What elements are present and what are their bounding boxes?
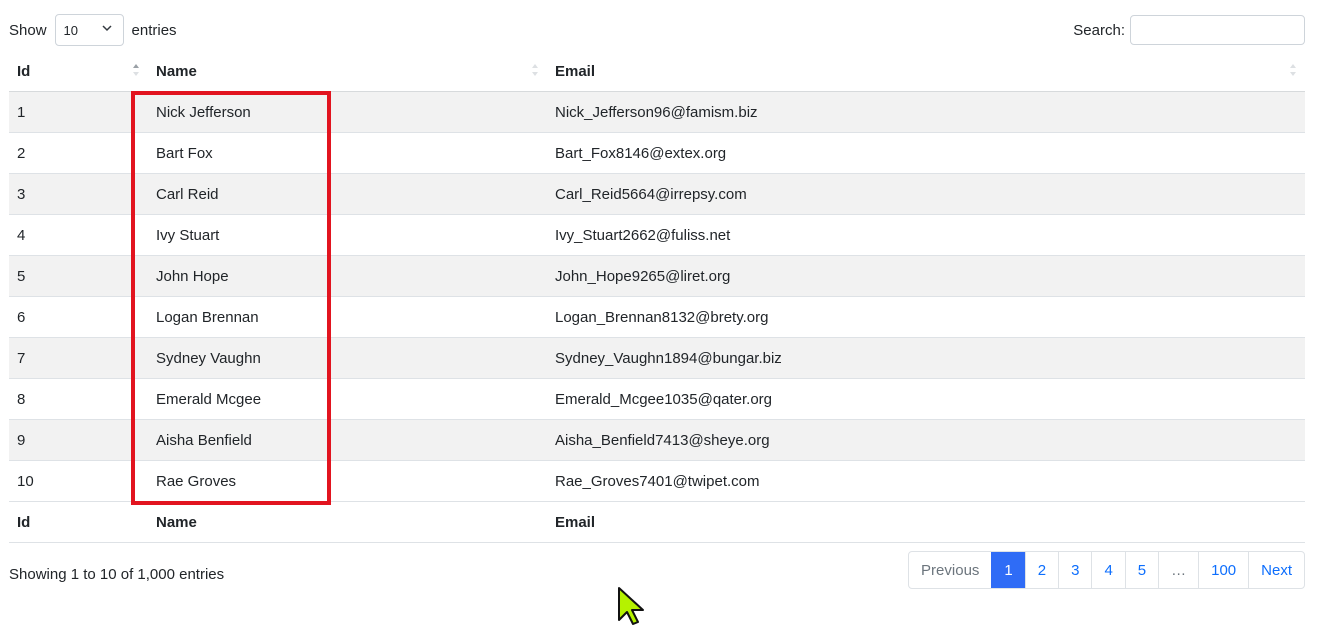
page-button-4[interactable]: 4 [1091, 552, 1124, 588]
cell-id: 6 [9, 296, 148, 338]
page-button-1[interactable]: 1 [991, 552, 1025, 588]
table-controls: Show 10 entries Search: [9, 14, 1305, 46]
column-header-email[interactable]: Email [547, 51, 1305, 92]
cell-id: 5 [9, 255, 148, 297]
table-row: 8 Emerald Mcgee Emerald_Mcgee1035@qater.… [9, 378, 1305, 420]
page-ellipsis: … [1158, 552, 1198, 588]
page-length-select[interactable]: 10 [54, 14, 124, 46]
cell-name: Logan Brennan [148, 296, 547, 338]
cell-email: Rae_Groves7401@twipet.com [547, 460, 1305, 502]
cell-name: Ivy Stuart [148, 214, 547, 256]
cell-name: Rae Groves [148, 460, 547, 502]
table-row: 6 Logan Brennan Logan_Brennan8132@brety.… [9, 296, 1305, 338]
table-row: 9 Aisha Benfield Aisha_Benfield7413@shey… [9, 419, 1305, 461]
show-label: Show [9, 21, 47, 39]
table-row: 7 Sydney Vaughn Sydney_Vaughn1894@bungar… [9, 337, 1305, 379]
column-header-label: Name [156, 62, 197, 80]
footer-row: Id Name Email [9, 501, 1305, 543]
column-footer-id: Id [9, 501, 148, 543]
cell-id: 9 [9, 419, 148, 461]
column-header-label: Email [555, 62, 596, 80]
previous-page-button[interactable]: Previous [909, 552, 991, 588]
table-info: Showing 1 to 10 of 1,000 entries [9, 566, 225, 583]
cell-id: 4 [9, 214, 148, 256]
page-length-select-wrapper[interactable]: 10 [54, 14, 124, 46]
cell-email: John_Hope9265@liret.org [547, 255, 1305, 297]
page-button-3[interactable]: 3 [1058, 552, 1091, 588]
page-length-control: Show 10 entries [9, 14, 177, 46]
entries-label: entries [131, 21, 177, 39]
pagination: Previous 1 2 3 4 5 … 100 Next [908, 551, 1305, 589]
cell-email: Emerald_Mcgee1035@qater.org [547, 378, 1305, 420]
column-footer-email: Email [547, 501, 1305, 543]
sort-ascending-icon [133, 64, 139, 76]
header-row: Id Name Email [9, 51, 1305, 92]
data-table: Id Name Email 1 Nick Jefferson Nick_Jeff… [9, 51, 1305, 543]
sort-icon [1290, 64, 1296, 76]
page-button-5[interactable]: 5 [1124, 552, 1158, 588]
column-header-name[interactable]: Name [148, 51, 547, 92]
column-footer-name: Name [148, 501, 547, 543]
cell-email: Logan_Brennan8132@brety.org [547, 296, 1305, 338]
cell-name: Aisha Benfield [148, 419, 547, 461]
search-input[interactable] [1130, 15, 1305, 45]
cell-name: John Hope [148, 255, 547, 297]
cell-email: Sydney_Vaughn1894@bungar.biz [547, 337, 1305, 379]
cell-id: 2 [9, 132, 148, 174]
table-row: 2 Bart Fox Bart_Fox8146@extex.org [9, 132, 1305, 174]
column-header-label: Id [17, 62, 31, 80]
cell-name: Emerald Mcgee [148, 378, 547, 420]
cell-email: Carl_Reid5664@irrepsy.com [547, 173, 1305, 215]
column-header-id[interactable]: Id [9, 51, 148, 92]
cell-id: 1 [9, 91, 148, 133]
cell-email: Ivy_Stuart2662@fuliss.net [547, 214, 1305, 256]
search-label: Search: [1073, 21, 1125, 39]
page-button-2[interactable]: 2 [1024, 552, 1058, 588]
cell-name: Carl Reid [148, 173, 547, 215]
next-page-button[interactable]: Next [1248, 552, 1304, 588]
cell-email: Bart_Fox8146@extex.org [547, 132, 1305, 174]
cell-name: Nick Jefferson [148, 91, 547, 133]
cell-name: Sydney Vaughn [148, 337, 547, 379]
search-control: Search: [1073, 14, 1305, 46]
cell-id: 3 [9, 173, 148, 215]
table-row: 10 Rae Groves Rae_Groves7401@twipet.com [9, 460, 1305, 502]
mouse-pointer-icon [618, 587, 644, 625]
cell-email: Aisha_Benfield7413@sheye.org [547, 419, 1305, 461]
table-row: 4 Ivy Stuart Ivy_Stuart2662@fuliss.net [9, 214, 1305, 256]
cell-id: 7 [9, 337, 148, 379]
table-row: 1 Nick Jefferson Nick_Jefferson96@famism… [9, 91, 1305, 133]
table-row: 3 Carl Reid Carl_Reid5664@irrepsy.com [9, 173, 1305, 215]
cell-email: Nick_Jefferson96@famism.biz [547, 91, 1305, 133]
sort-icon [532, 64, 538, 76]
page-button-100[interactable]: 100 [1198, 552, 1248, 588]
cell-id: 8 [9, 378, 148, 420]
cell-name: Bart Fox [148, 132, 547, 174]
table-row: 5 John Hope John_Hope9265@liret.org [9, 255, 1305, 297]
cell-id: 10 [9, 460, 148, 502]
